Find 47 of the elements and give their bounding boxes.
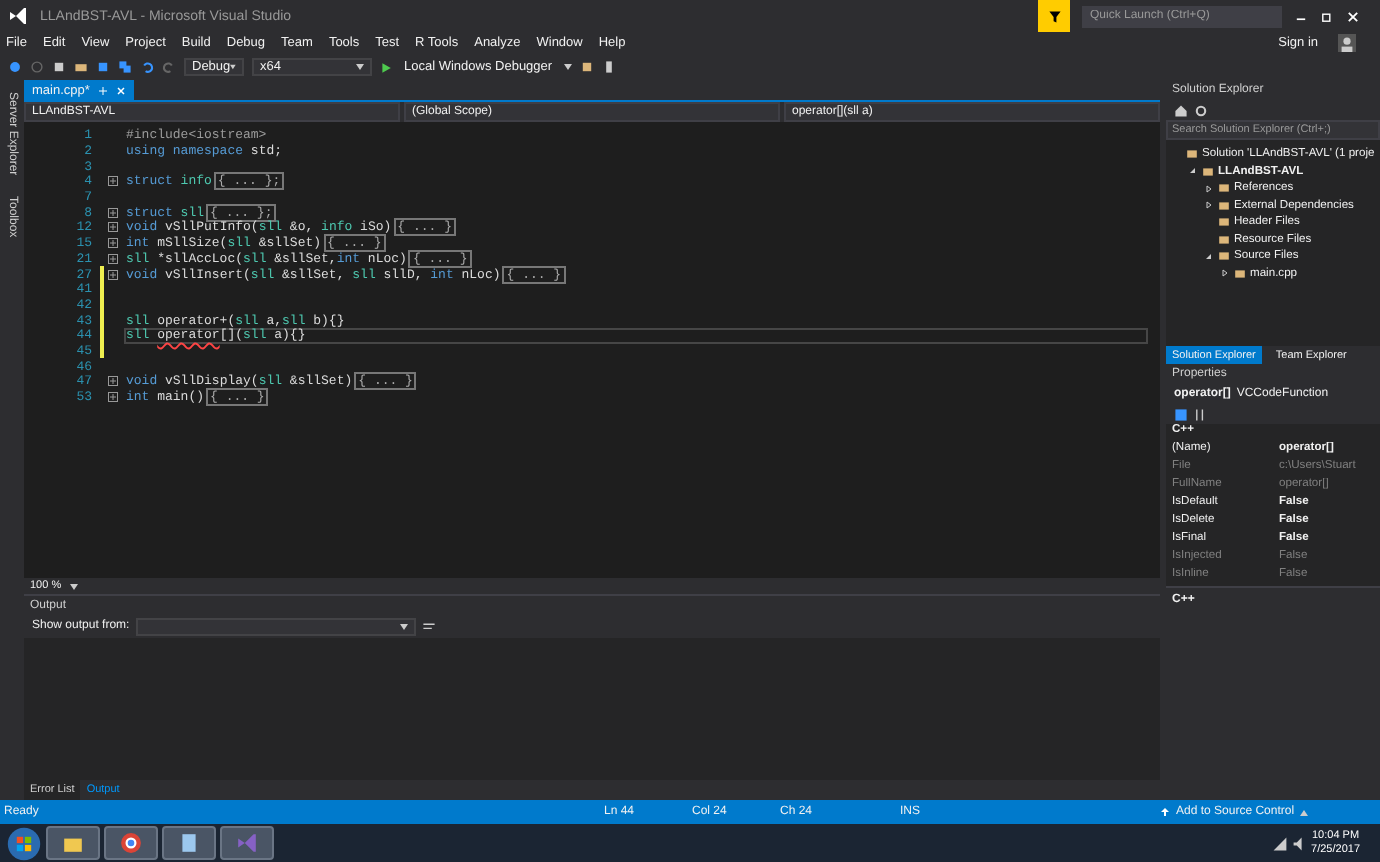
expand-icon[interactable] (108, 392, 118, 403)
upload-arrow-icon (1160, 806, 1170, 818)
collapsed-arrow-icon[interactable] (1204, 183, 1214, 194)
open-folder-icon (74, 60, 88, 74)
volume-icon (1291, 835, 1308, 851)
categorized-icon (1174, 407, 1188, 421)
calculator-icon (178, 832, 200, 854)
taskbar-app[interactable] (46, 826, 100, 860)
expand-icon[interactable] (108, 176, 118, 187)
user-icon (1338, 34, 1356, 52)
caret-icon (564, 64, 573, 70)
caret-icon (356, 64, 364, 70)
expanded-arrow-icon[interactable] (1188, 166, 1198, 177)
expand-icon[interactable] (108, 253, 118, 264)
close-icon (1346, 9, 1360, 23)
filter-icon (1047, 9, 1061, 23)
expand-icon[interactable] (108, 222, 118, 233)
back-icon (8, 60, 22, 74)
caret-icon (399, 623, 408, 629)
play-icon (380, 61, 392, 73)
taskbar-app[interactable] (104, 826, 158, 860)
undo-icon (140, 60, 154, 74)
expand-icon[interactable] (108, 269, 118, 280)
caret-icon (1300, 809, 1309, 815)
forward-icon (30, 60, 44, 74)
start-button[interactable] (6, 825, 42, 861)
word-wrap-icon (421, 619, 436, 633)
caret-icon (230, 64, 236, 70)
expand-icon[interactable] (108, 238, 118, 249)
close-icon (115, 85, 126, 95)
visual-studio-logo-icon (8, 6, 28, 26)
expand-icon[interactable] (108, 207, 118, 218)
feedback-button[interactable] (1038, 0, 1070, 32)
save-icon (96, 60, 110, 74)
browser-icon (120, 832, 142, 854)
caret-icon (69, 583, 78, 589)
expand-icon[interactable] (108, 376, 118, 387)
restore-icon (1320, 9, 1334, 23)
expanded-arrow-icon[interactable] (1204, 251, 1214, 262)
save-all-icon (118, 60, 132, 74)
taskbar-app[interactable] (162, 826, 216, 860)
pin-icon (97, 85, 108, 95)
collapsed-arrow-icon[interactable] (1220, 268, 1230, 279)
network-icon (1271, 835, 1288, 851)
redo-icon (162, 60, 176, 74)
visual-studio-icon (236, 832, 258, 854)
collapsed-arrow-icon[interactable] (1204, 200, 1214, 211)
